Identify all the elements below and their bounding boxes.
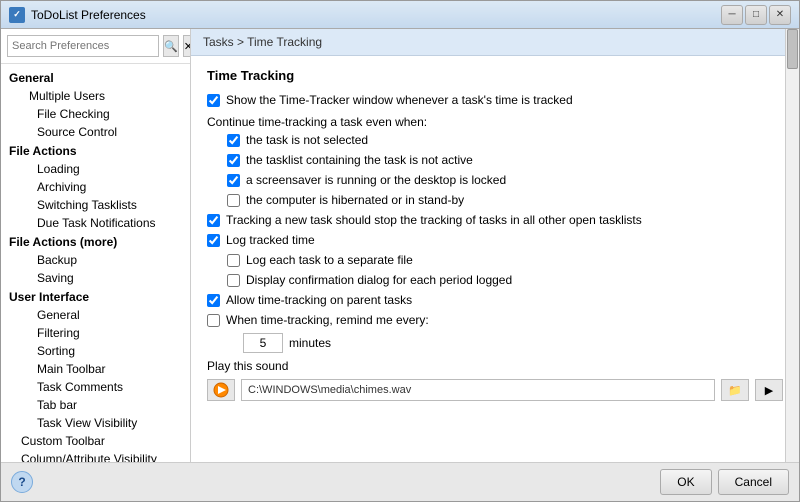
hibernate-label: the computer is hibernated or in stand-b… — [246, 193, 464, 207]
nav-item-main-toolbar[interactable]: Main Toolbar — [1, 360, 190, 378]
main-content: Time Tracking Show the Time-Tracker wind… — [191, 56, 799, 462]
continue-label: Continue time-tracking a task even when: — [207, 115, 783, 129]
ok-button[interactable]: OK — [660, 469, 711, 495]
allow-parent-label: Allow time-tracking on parent tasks — [226, 293, 412, 307]
nav-group-general: General — [1, 68, 190, 87]
nav-item-due-task-notifications[interactable]: Due Task Notifications — [1, 214, 190, 232]
not-selected-label: the task is not selected — [246, 133, 368, 147]
app-icon: ✓ — [9, 7, 25, 23]
browse-sound-button[interactable]: 📁 — [721, 379, 749, 401]
nav-item-task-view-visibility[interactable]: Task View Visibility — [1, 414, 190, 432]
search-input[interactable] — [7, 35, 159, 57]
not-active-label: the tasklist containing the task is not … — [246, 153, 473, 167]
nav-item-column-attribute-visibility[interactable]: Column/Attribute Visibility — [1, 450, 190, 462]
nav-item-filtering[interactable]: Filtering — [1, 324, 190, 342]
log-tracked-row: Log tracked time — [207, 233, 783, 247]
log-tracked-checkbox[interactable] — [207, 234, 220, 247]
scrollbar[interactable] — [785, 29, 799, 462]
close-button[interactable]: ✕ — [769, 5, 791, 25]
nav-group-file-actions: File Actions — [1, 141, 190, 160]
search-button[interactable]: 🔍 — [163, 35, 179, 57]
nav-group-user-interface: User Interface — [1, 287, 190, 306]
allow-parent-checkbox[interactable] — [207, 294, 220, 307]
content-area: 🔍 ✕ General Multiple Users File Checking… — [1, 29, 799, 462]
nav-item-backup[interactable]: Backup — [1, 251, 190, 269]
nav-item-archiving[interactable]: Archiving — [1, 178, 190, 196]
sound-path-row: 📁 ▶ — [207, 379, 783, 401]
nav-item-loading[interactable]: Loading — [1, 160, 190, 178]
display-confirm-checkbox[interactable] — [227, 274, 240, 287]
show-tracker-label: Show the Time-Tracker window whenever a … — [226, 93, 573, 107]
log-each-label: Log each task to a separate file — [246, 253, 413, 267]
right-panel-wrapper: Tasks > Time Tracking Time Tracking Show… — [191, 29, 799, 462]
sound-icon — [207, 379, 235, 401]
section-title: Time Tracking — [207, 68, 783, 83]
bottom-bar: ? OK Cancel — [1, 462, 799, 501]
cancel-button[interactable]: Cancel — [718, 469, 789, 495]
display-confirm-label: Display confirmation dialog for each per… — [246, 273, 512, 287]
nav-item-switching-tasklists[interactable]: Switching Tasklists — [1, 196, 190, 214]
maximize-button[interactable]: □ — [745, 5, 767, 25]
play-sound-button[interactable]: ▶ — [755, 379, 783, 401]
minimize-button[interactable]: ─ — [721, 5, 743, 25]
nav-item-ui-general[interactable]: General — [1, 306, 190, 324]
not-selected-checkbox[interactable] — [227, 134, 240, 147]
nav-item-multiple-users[interactable]: Multiple Users — [1, 87, 190, 105]
log-each-row: Log each task to a separate file — [227, 253, 783, 267]
nav-item-file-checking[interactable]: File Checking — [1, 105, 190, 123]
nav-item-task-comments[interactable]: Task Comments — [1, 378, 190, 396]
tracking-stop-checkbox[interactable] — [207, 214, 220, 227]
tracking-stop-row: Tracking a new task should stop the trac… — [207, 213, 783, 227]
window-controls: ─ □ ✕ — [721, 5, 791, 25]
breadcrumb: Tasks > Time Tracking — [191, 29, 799, 56]
screensaver-row: a screensaver is running or the desktop … — [227, 173, 783, 187]
not-selected-row: the task is not selected — [227, 133, 783, 147]
hibernate-row: the computer is hibernated or in stand-b… — [227, 193, 783, 207]
scrollbar-thumb[interactable] — [787, 29, 798, 69]
nav-item-saving[interactable]: Saving — [1, 269, 190, 287]
right-panel: Tasks > Time Tracking Time Tracking Show… — [191, 29, 799, 462]
title-bar: ✓ ToDoList Preferences ─ □ ✕ — [1, 1, 799, 29]
window-title: ToDoList Preferences — [31, 8, 721, 22]
display-confirm-row: Display confirmation dialog for each per… — [227, 273, 783, 287]
hibernate-checkbox[interactable] — [227, 194, 240, 207]
nav-tree: General Multiple Users File Checking Sou… — [1, 64, 190, 462]
remind-interval-group: minutes — [243, 333, 783, 353]
remind-every-row: When time-tracking, remind me every: — [207, 313, 783, 327]
help-button[interactable]: ? — [11, 471, 33, 493]
not-active-checkbox[interactable] — [227, 154, 240, 167]
nav-item-sorting[interactable]: Sorting — [1, 342, 190, 360]
left-panel: 🔍 ✕ General Multiple Users File Checking… — [1, 29, 191, 462]
log-tracked-label: Log tracked time — [226, 233, 315, 247]
clear-search-button[interactable]: ✕ — [183, 35, 191, 57]
screensaver-label: a screensaver is running or the desktop … — [246, 173, 506, 187]
nav-item-tab-bar[interactable]: Tab bar — [1, 396, 190, 414]
search-bar: 🔍 ✕ — [1, 29, 190, 64]
screensaver-checkbox[interactable] — [227, 174, 240, 187]
preferences-window: ✓ ToDoList Preferences ─ □ ✕ 🔍 ✕ General… — [0, 0, 800, 502]
sound-path-input[interactable] — [241, 379, 715, 401]
nav-item-source-control[interactable]: Source Control — [1, 123, 190, 141]
not-active-row: the tasklist containing the task is not … — [227, 153, 783, 167]
tracking-stop-label: Tracking a new task should stop the trac… — [226, 213, 642, 227]
remind-unit-label: minutes — [289, 336, 331, 350]
show-tracker-row: Show the Time-Tracker window whenever a … — [207, 93, 783, 107]
remind-interval-input[interactable] — [243, 333, 283, 353]
play-sound-label-row: Play this sound — [207, 359, 783, 373]
remind-every-checkbox[interactable] — [207, 314, 220, 327]
log-each-checkbox[interactable] — [227, 254, 240, 267]
nav-item-custom-toolbar[interactable]: Custom Toolbar — [1, 432, 190, 450]
dialog-buttons: OK Cancel — [660, 469, 789, 495]
show-tracker-checkbox[interactable] — [207, 94, 220, 107]
play-sound-label: Play this sound — [207, 359, 288, 373]
remind-every-label: When time-tracking, remind me every: — [226, 313, 429, 327]
nav-group-file-actions-more: File Actions (more) — [1, 232, 190, 251]
allow-parent-row: Allow time-tracking on parent tasks — [207, 293, 783, 307]
